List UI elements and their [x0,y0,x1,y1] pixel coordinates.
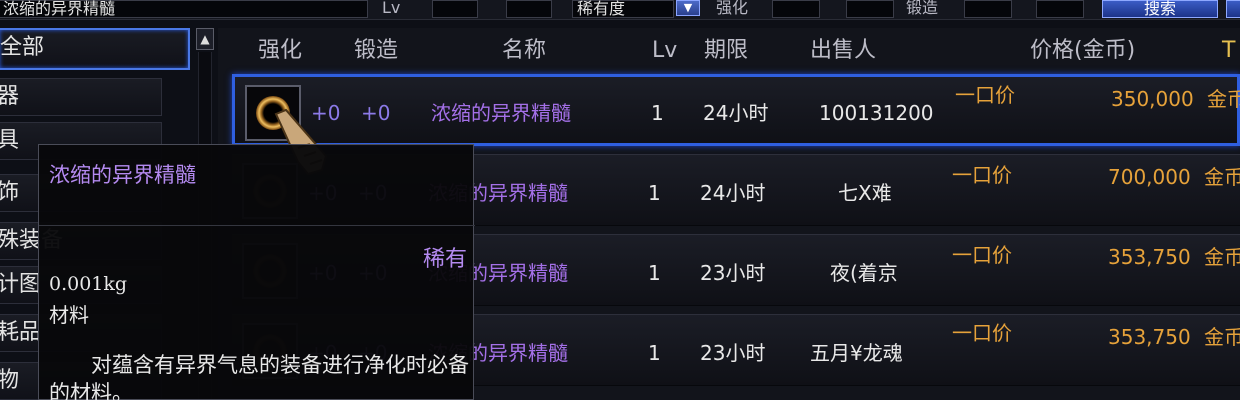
lv-max-input[interactable] [506,0,552,18]
arrow-up-icon: ▲ [200,32,210,46]
extra-button[interactable] [1226,0,1240,18]
header-lv[interactable]: Lv [652,34,677,68]
price-currency: 金币 [1204,165,1240,189]
seller-name: 100131200 [819,101,934,125]
forge-min-input[interactable] [964,0,1012,18]
item-period: 23小时 [700,261,766,285]
category-label: 全部 [0,35,45,60]
tooltip-divider [39,225,475,226]
enhance-min-input[interactable] [772,0,820,18]
item-tooltip: 浓缩的异界精髓 稀有 0.001kg 材料 对蕴含有异界气息的装备进行净化时必备… [38,144,475,400]
header-name[interactable]: 名称 [502,34,546,68]
item-period: 24小时 [703,101,769,125]
price-currency: 金币 [1204,245,1240,269]
price-type: 一口价 [952,163,1012,187]
price-type: 一口价 [955,83,1015,107]
category-item-all[interactable]: 全部 [0,28,190,70]
rarity-dropdown-button[interactable]: ▼ [676,0,700,16]
forge-max-input[interactable] [1036,0,1084,18]
item-level: 1 [648,261,661,285]
category-label: 设计图 [0,272,42,297]
item-period: 24小时 [700,181,766,205]
tooltip-weight: 0.001kg [49,273,128,295]
lv-label: Lv [382,0,401,17]
price-currency: 金币 [1204,325,1240,349]
table-row[interactable]: +0 +0 浓缩的异界精髓 1 24小时 100131200 一口价 350,0… [232,74,1240,146]
category-item-weapon[interactable]: 武器 [0,78,162,116]
search-button[interactable]: 搜索 [1102,0,1218,18]
enhance-filter-label: 强化 [716,0,749,17]
price-value: 350,000 [1111,87,1194,111]
item-name: 浓缩的异界精髓 [431,101,571,125]
lv-min-input[interactable] [432,0,478,18]
rarity-select[interactable]: 稀有度 [572,0,674,18]
price-value: 353,750 [1108,245,1191,269]
header-price[interactable]: 价格(金币) [1030,34,1135,68]
category-label: 消耗品 [0,320,42,345]
header-forge[interactable]: 锻造 [354,34,398,68]
tooltip-rarity: 稀有 [422,247,467,272]
seller-name: 夜(着京 [830,261,898,285]
seller-name: 七X难 [838,181,892,205]
forge-value: +0 [361,101,391,125]
item-name-input[interactable]: 浓缩的异界精髓 [0,0,368,18]
forge-filter-label: 锻造 [906,0,939,17]
header-enhance[interactable]: 强化 [258,34,302,68]
seller-name: 五月¥龙魂 [810,341,903,365]
tooltip-description: 对蕴含有异界气息的装备进行净化时必备的材料。 [49,353,469,400]
chevron-down-icon: ▼ [683,1,693,14]
category-label: 首饰 [0,180,19,205]
enhance-max-input[interactable] [846,0,894,18]
price-value: 353,750 [1108,325,1191,349]
scroll-up-button[interactable]: ▲ [196,28,214,50]
price-type: 一口价 [952,243,1012,267]
price-currency: 金币 [1207,87,1240,111]
price-type: 一口价 [952,321,1012,345]
search-bar: 浓缩的异界精髓 Lv 稀有度 ▼ 强化 锻造 搜索 [0,0,1240,20]
item-level: 1 [648,341,661,365]
header-seller[interactable]: 出售人 [810,34,876,68]
item-level: 1 [651,101,664,125]
category-label: 宠物 [0,368,19,393]
item-period: 23小时 [700,341,766,365]
price-value: 700,000 [1108,165,1191,189]
header-period[interactable]: 期限 [704,34,748,68]
category-label: 防具 [0,128,19,153]
sort-icon[interactable]: T [1222,34,1235,68]
item-level: 1 [648,181,661,205]
tooltip-item-name: 浓缩的异界精髓 [49,163,196,187]
category-label: 武器 [0,84,19,109]
tooltip-item-type: 材料 [49,303,89,327]
